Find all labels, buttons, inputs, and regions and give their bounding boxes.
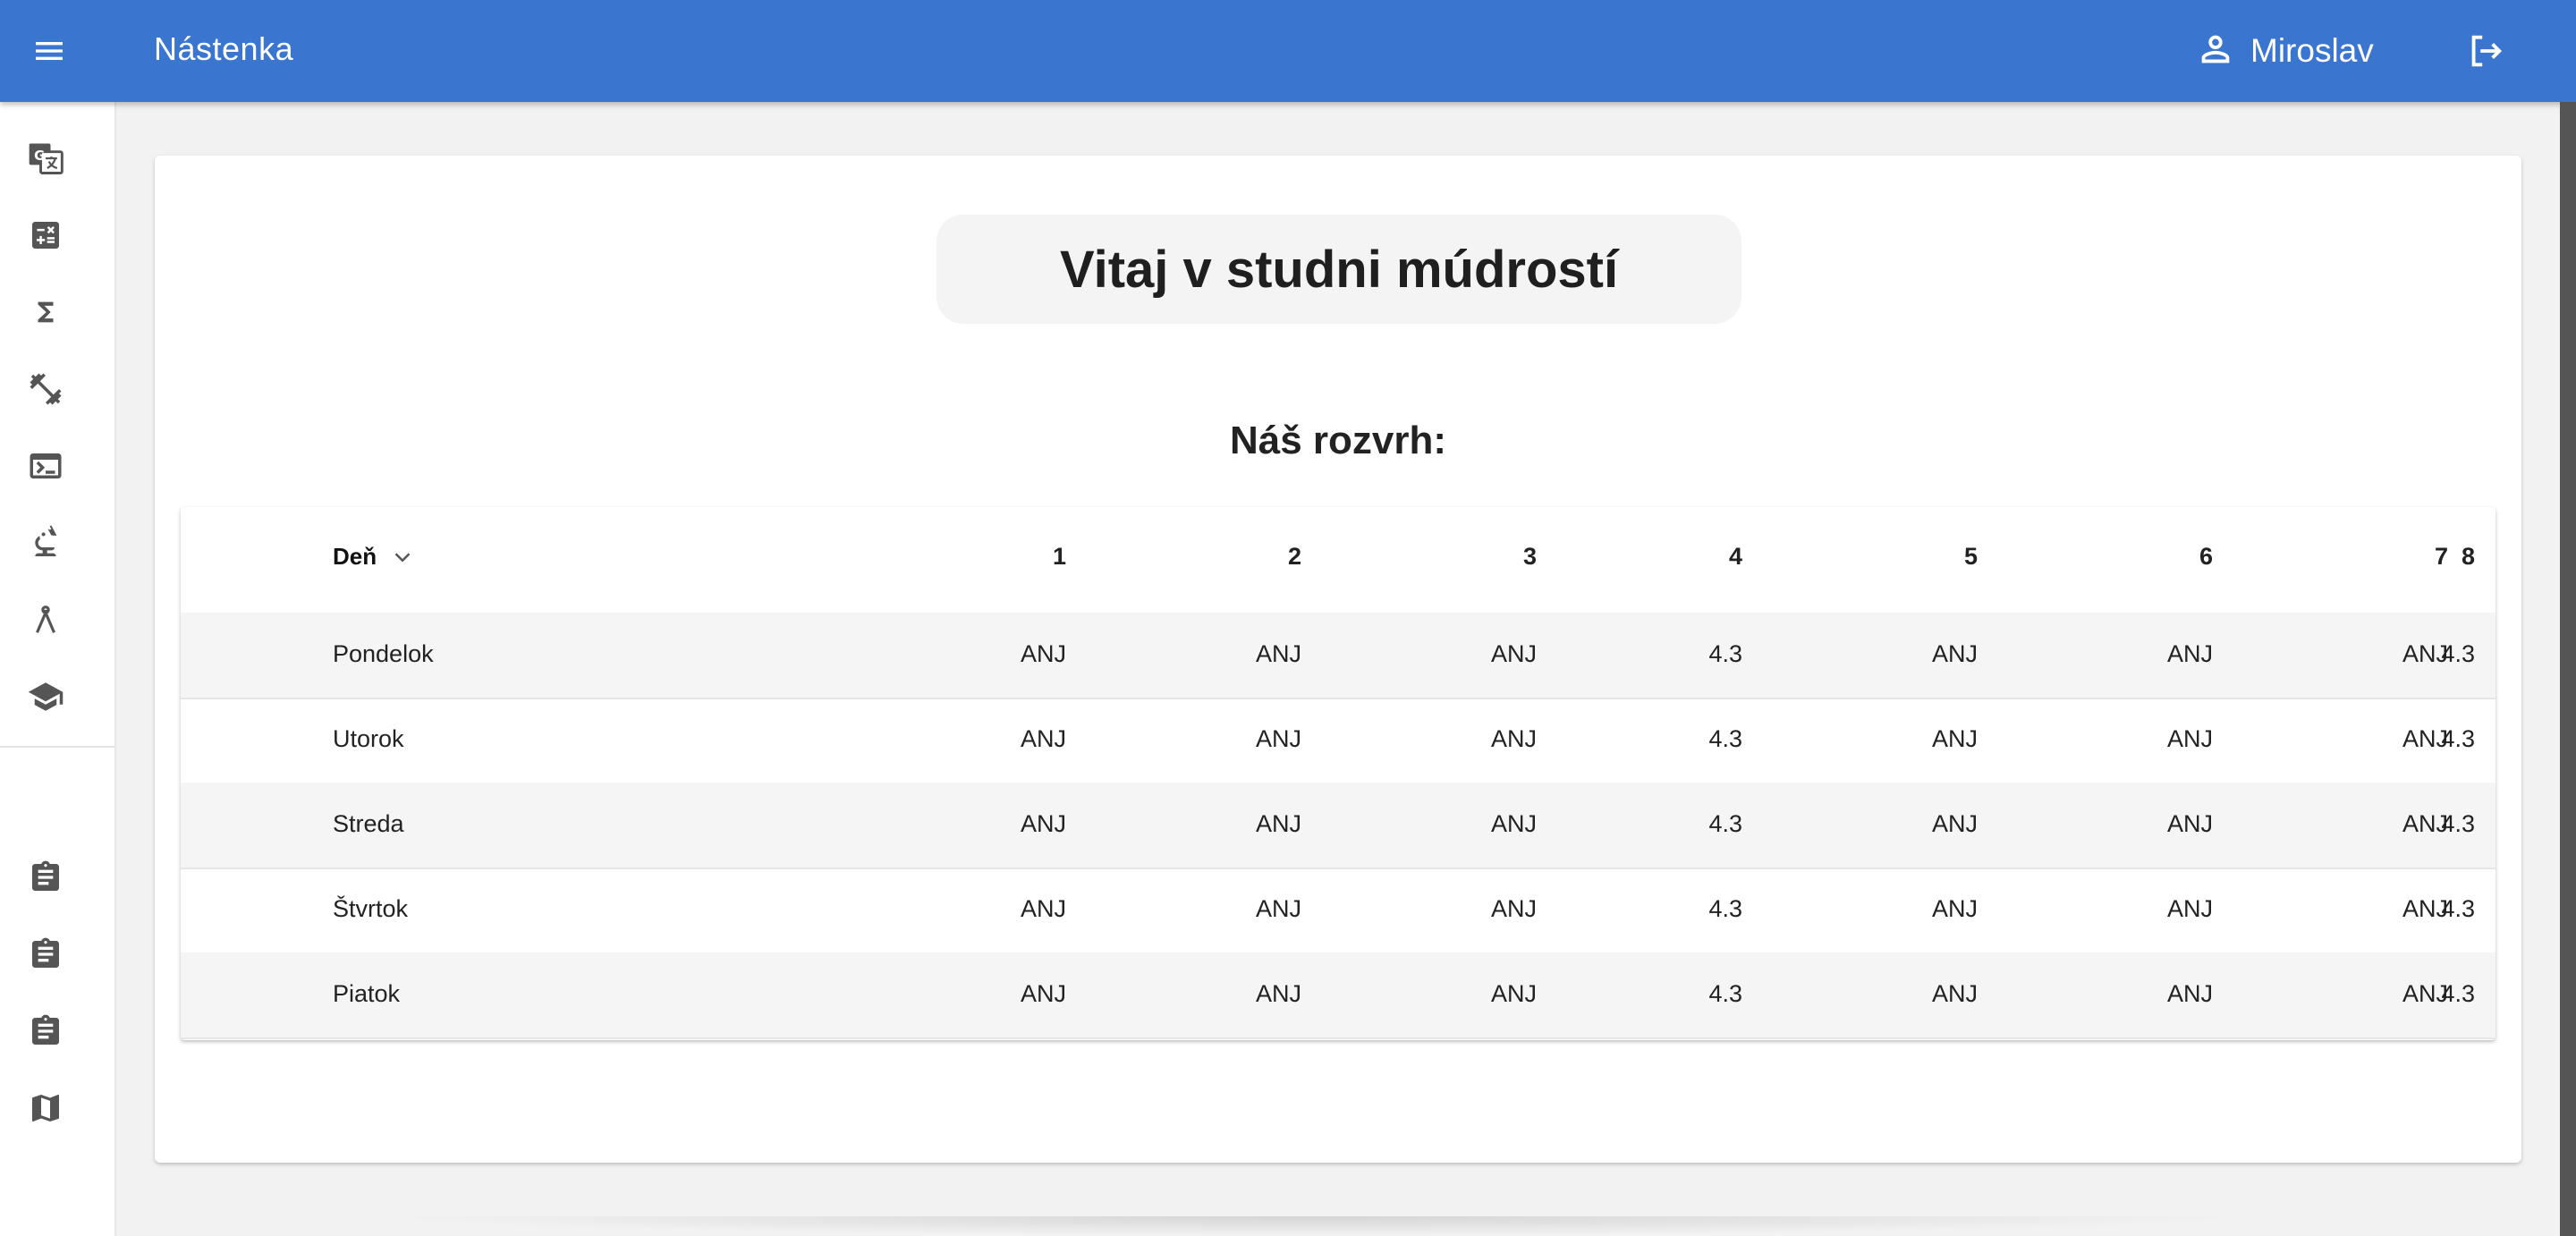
lesson-cell: ANJ	[1255, 980, 1301, 1007]
lesson-cell: 4.3	[1708, 725, 1742, 752]
lesson-cell: ANJ	[1255, 640, 1301, 667]
bottom-shadow	[376, 1216, 2254, 1236]
schedule-title: Náš rozvrh:	[1229, 419, 1447, 462]
lesson-cell: ANJ	[1490, 895, 1537, 922]
calculator-icon[interactable]	[23, 213, 68, 258]
welcome-banner: Vitaj v studni múdrostí	[936, 215, 1741, 324]
lesson-cell: 4.3	[2441, 980, 2475, 1007]
menu-icon[interactable]	[30, 33, 68, 69]
lesson-cell: ANJ	[1020, 980, 1066, 1007]
schedule-table: Deň 1 2 3 4 5 6 7 8 Pondelok ANJ ANJ ANJ 4.3…	[181, 507, 2496, 1040]
terminal-icon[interactable]	[23, 444, 68, 488]
day-cell: Štvrtok	[333, 895, 409, 922]
column-header-3[interactable]: 3	[1429, 543, 1537, 571]
school-icon[interactable]	[23, 674, 68, 719]
column-header-1[interactable]: 1	[959, 543, 1066, 571]
assignment-icon[interactable]	[23, 855, 68, 900]
lesson-cell: ANJ	[1255, 810, 1301, 837]
lesson-cell: ANJ	[1020, 725, 1066, 752]
lesson-cell: 4.3	[2441, 640, 2475, 667]
user-menu[interactable]: Miroslav	[2195, 27, 2374, 75]
fitness-icon[interactable]	[23, 367, 68, 411]
table-row: Štvrtok ANJ ANJ ANJ 4.3 ANJ ANJ ANJ 4.3	[181, 868, 2496, 954]
day-cell: Utorok	[333, 725, 404, 752]
svg-text:G: G	[34, 148, 45, 164]
lesson-cell: 4.3	[1708, 980, 1742, 1007]
scrollbar[interactable]	[2560, 102, 2576, 1236]
lesson-cell: ANJ	[1931, 640, 1978, 667]
page-title: Nástenka	[154, 30, 294, 67]
column-header-day[interactable]: Deň	[333, 543, 416, 571]
lesson-cell: ANJ	[1931, 895, 1978, 922]
lesson-cell: ANJ	[1020, 640, 1066, 667]
lesson-cell: ANJ	[2166, 810, 2213, 837]
user-name: Miroslav	[2250, 32, 2374, 69]
compass-icon[interactable]	[23, 597, 68, 642]
lesson-cell: ANJ	[1255, 725, 1301, 752]
lesson-cell: ANJ	[2166, 725, 2213, 752]
lesson-cell: ANJ	[1490, 810, 1537, 837]
day-cell: Streda	[333, 810, 404, 837]
lesson-cell: 4.3	[1708, 895, 1742, 922]
column-header-label: Deň	[333, 543, 377, 570]
welcome-heading: Vitaj v studni múdrostí	[1059, 240, 1619, 299]
lesson-cell: 4.3	[1708, 640, 1742, 667]
day-cell: Piatok	[333, 980, 401, 1007]
lesson-cell: 4.3	[1708, 810, 1742, 837]
assignment-icon[interactable]	[23, 1009, 68, 1054]
lesson-cell: ANJ	[1931, 810, 1978, 837]
table-row: Streda ANJ ANJ ANJ 4.3 ANJ ANJ ANJ 4.3	[181, 783, 2496, 869]
lesson-cell: ANJ	[1020, 810, 1066, 837]
table-row: Utorok ANJ ANJ ANJ 4.3 ANJ ANJ ANJ 4.3	[181, 698, 2496, 784]
day-cell: Pondelok	[333, 640, 434, 667]
microscope-icon[interactable]	[23, 521, 68, 565]
sidebar: G	[0, 102, 116, 1236]
lesson-cell: ANJ	[1931, 725, 1978, 752]
lesson-cell: ANJ	[2166, 980, 2213, 1007]
lesson-cell: ANJ	[2166, 895, 2213, 922]
table-header: Deň 1 2 3 4 5 6 7 8	[181, 507, 2496, 614]
column-header-8[interactable]: 8	[2368, 543, 2475, 571]
lesson-cell: 4.3	[2441, 895, 2475, 922]
app-bar: Nástenka Miroslav	[0, 0, 2576, 102]
column-header-6[interactable]: 6	[2106, 543, 2213, 571]
chevron-down-icon	[394, 552, 411, 563]
column-header-4[interactable]: 4	[1635, 543, 1742, 571]
column-header-5[interactable]: 5	[1870, 543, 1978, 571]
lesson-cell: ANJ	[1490, 980, 1537, 1007]
lesson-cell: 4.3	[2441, 725, 2475, 752]
lesson-cell: ANJ	[1490, 640, 1537, 667]
lesson-cell: ANJ	[1255, 895, 1301, 922]
person-icon	[2195, 29, 2236, 74]
dashboard-card: Vitaj v studni múdrostí Náš rozvrh: Deň …	[155, 156, 2521, 1163]
lesson-cell: ANJ	[1931, 980, 1978, 1007]
column-header-2[interactable]: 2	[1194, 543, 1301, 571]
logout-icon[interactable]	[2465, 30, 2506, 72]
table-row: Piatok ANJ ANJ ANJ 4.3 ANJ ANJ ANJ 4.3	[181, 952, 2496, 1039]
map-icon[interactable]	[23, 1086, 68, 1130]
sidebar-divider	[0, 746, 114, 748]
lesson-cell: ANJ	[1490, 725, 1537, 752]
translate-icon[interactable]: G	[23, 136, 68, 181]
sigma-icon[interactable]	[23, 290, 68, 334]
lesson-cell: 4.3	[2441, 810, 2475, 837]
lesson-cell: ANJ	[2166, 640, 2213, 667]
table-row: Pondelok ANJ ANJ ANJ 4.3 ANJ ANJ ANJ 4.3	[181, 613, 2496, 699]
assignment-icon[interactable]	[23, 932, 68, 977]
lesson-cell: ANJ	[1020, 895, 1066, 922]
